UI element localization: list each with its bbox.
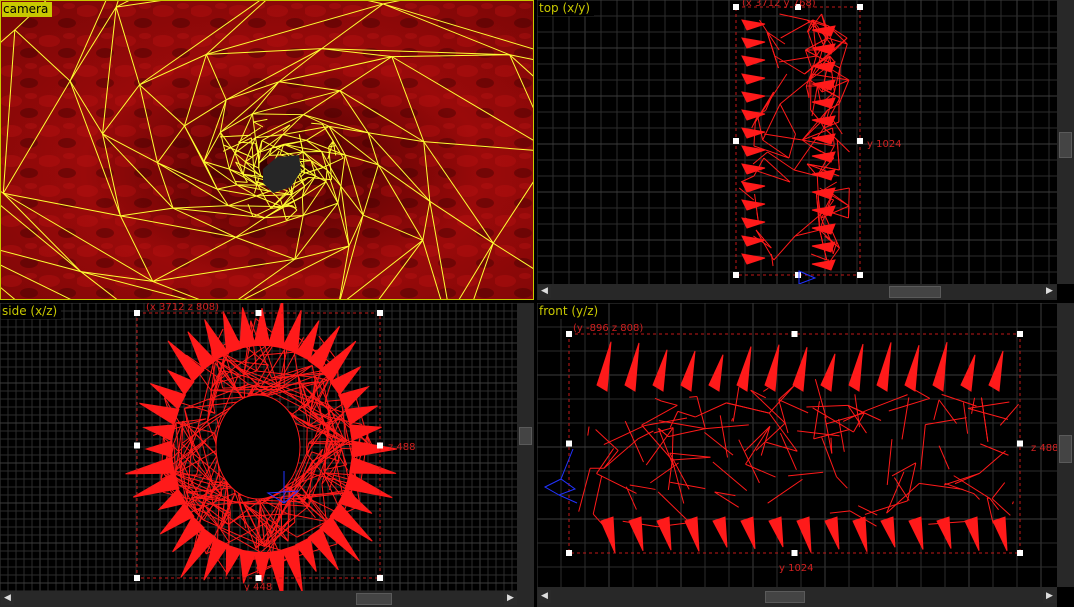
side-grid-canvas <box>0 303 517 591</box>
camera-render <box>1 1 533 299</box>
side-resize-handle <box>255 310 262 316</box>
top-viewport[interactable]: top (x/y) (x 3712 y 768) y 1024 ◀ ▶ <box>537 0 1074 300</box>
top-resize-handle <box>733 272 739 278</box>
side-resize-handle <box>134 575 140 581</box>
top-resize-handle <box>857 272 863 278</box>
side-resize-handle <box>134 310 140 316</box>
front-vertical-scroll-thumb[interactable] <box>1059 435 1072 463</box>
side-vertical-scrollbar[interactable] <box>517 303 534 591</box>
camera-viewport-label: camera <box>2 2 53 17</box>
side-vertical-scroll-thumb[interactable] <box>519 427 532 445</box>
side-horizontal-scrollbar[interactable]: ◀ ▶ <box>0 591 534 607</box>
top-vertical-scroll-thumb[interactable] <box>1059 132 1072 158</box>
top-origin-gizmo <box>798 270 817 284</box>
front-horizontal-scroll-thumb[interactable] <box>765 591 805 603</box>
arrow-left-icon[interactable]: ◀ <box>538 285 551 298</box>
side-viewport-label: side (x/z) <box>1 304 62 319</box>
side-resize-handle <box>377 442 383 449</box>
arrow-left-icon[interactable]: ◀ <box>538 590 551 603</box>
front-resize-handle <box>566 550 572 556</box>
front-resize-handle <box>791 331 798 337</box>
camera-viewport[interactable]: camera <box>0 0 534 300</box>
top-horizontal-scrollbar[interactable]: ◀ ▶ <box>537 284 1057 300</box>
front-resize-handle <box>791 550 798 556</box>
top-resize-handle <box>795 4 801 10</box>
top-horizontal-scroll-thumb[interactable] <box>889 286 941 298</box>
top-grid <box>537 0 1057 284</box>
arrow-left-icon[interactable]: ◀ <box>1 592 14 605</box>
top-resize-handle <box>857 4 863 10</box>
arrow-right-icon[interactable]: ▶ <box>1043 285 1056 298</box>
top-resize-handle <box>733 4 739 10</box>
camera-rock-texture <box>1 1 533 299</box>
top-resize-handle <box>733 138 739 144</box>
arrow-right-icon[interactable]: ▶ <box>1043 590 1056 603</box>
side-resize-handle <box>255 575 262 581</box>
side-resize-handle <box>377 310 383 316</box>
side-viewport[interactable]: side (x/z) (x 3712 z 808) z 488 y 448 ◀ … <box>0 303 534 607</box>
front-grid-canvas <box>537 303 1057 587</box>
front-resize-handle <box>1017 331 1023 337</box>
front-resize-handle <box>1017 550 1023 556</box>
side-tunnel-hole <box>215 394 301 500</box>
top-mesh <box>738 13 850 271</box>
top-viewport-label: top (x/y) <box>538 1 595 16</box>
top-vertical-scrollbar[interactable] <box>1057 0 1074 284</box>
front-viewport[interactable]: front (y/z) (y -896 z 808) z 488 y 1024 … <box>537 303 1074 607</box>
top-grid-canvas <box>537 0 1057 284</box>
front-resize-handle <box>1017 440 1023 447</box>
arrow-right-icon[interactable]: ▶ <box>504 592 517 605</box>
top-resize-handle <box>857 138 863 144</box>
front-resize-handle <box>566 331 572 337</box>
front-vertical-scrollbar[interactable] <box>1057 303 1074 587</box>
top-resize-handle <box>795 272 801 278</box>
side-resize-handle <box>377 575 383 581</box>
side-resize-handle <box>134 442 140 449</box>
side-horizontal-scroll-thumb[interactable] <box>356 593 392 605</box>
front-viewport-label: front (y/z) <box>538 304 603 319</box>
front-resize-handle <box>566 440 572 447</box>
front-horizontal-scrollbar[interactable]: ◀ ▶ <box>537 587 1057 607</box>
